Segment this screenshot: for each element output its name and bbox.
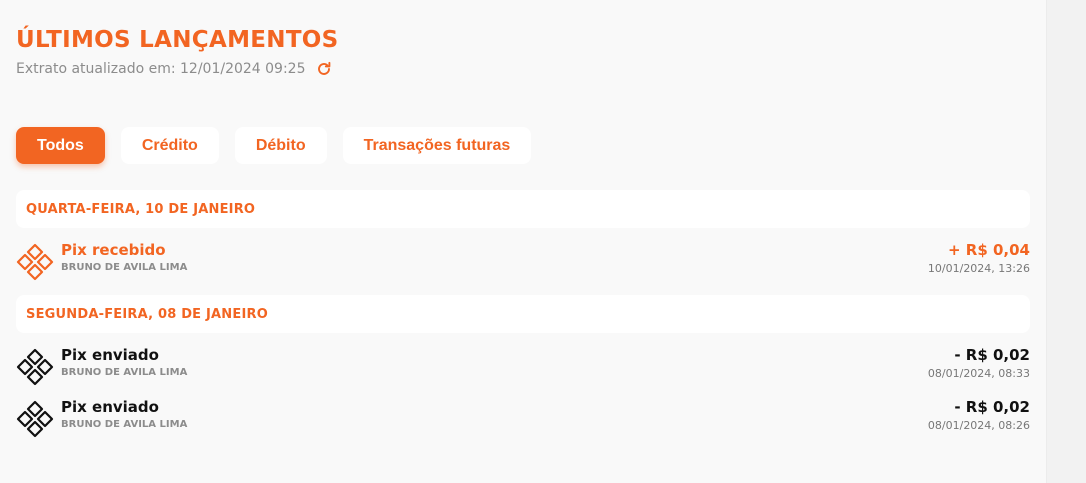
filter-debit-button[interactable]: Débito <box>234 127 327 164</box>
transaction-amount: - R$ 0,02 <box>954 398 1030 416</box>
transaction-datetime: 10/01/2024, 13:26 <box>927 262 1030 275</box>
transaction-person: BRUNO DE AVILA LIMA <box>61 419 188 430</box>
filter-future-button[interactable]: Transações futuras <box>342 127 532 164</box>
transaction-name: Pix enviado <box>61 398 159 416</box>
transaction-amount: - R$ 0,02 <box>954 346 1030 364</box>
transaction-person: BRUNO DE AVILA LIMA <box>61 367 188 378</box>
right-panel-edge <box>1046 0 1086 483</box>
statement-updated-text: Extrato atualizado em: 12/01/2024 09:25 <box>16 61 306 77</box>
pix-icon <box>16 348 54 386</box>
transaction-row[interactable]: Pix enviado BRUNO DE AVILA LIMA - R$ 0,0… <box>16 346 1030 386</box>
transaction-person: BRUNO DE AVILA LIMA <box>61 262 188 273</box>
transaction-row[interactable]: Pix recebido BRUNO DE AVILA LIMA + R$ 0,… <box>16 241 1030 281</box>
day-header: SEGUNDA-FEIRA, 08 DE JANEIRO <box>16 295 1030 333</box>
statement-updated-row: Extrato atualizado em: 12/01/2024 09:25 <box>16 61 332 77</box>
transaction-datetime: 08/01/2024, 08:33 <box>927 367 1030 380</box>
filter-tabs: Todos Crédito Débito Transações futuras <box>16 127 532 164</box>
refresh-icon[interactable] <box>316 61 332 77</box>
filter-credit-button[interactable]: Crédito <box>120 127 219 164</box>
page-title: ÚLTIMOS LANÇAMENTOS <box>16 27 339 53</box>
transaction-row[interactable]: Pix enviado BRUNO DE AVILA LIMA - R$ 0,0… <box>16 398 1030 438</box>
day-header: QUARTA-FEIRA, 10 DE JANEIRO <box>16 190 1030 228</box>
pix-icon <box>16 243 54 281</box>
pix-icon <box>16 400 54 438</box>
transaction-name: Pix recebido <box>61 241 166 259</box>
transaction-datetime: 08/01/2024, 08:26 <box>927 419 1030 432</box>
transaction-amount: + R$ 0,04 <box>947 241 1030 259</box>
transaction-name: Pix enviado <box>61 346 159 364</box>
filter-all-button[interactable]: Todos <box>16 127 105 164</box>
